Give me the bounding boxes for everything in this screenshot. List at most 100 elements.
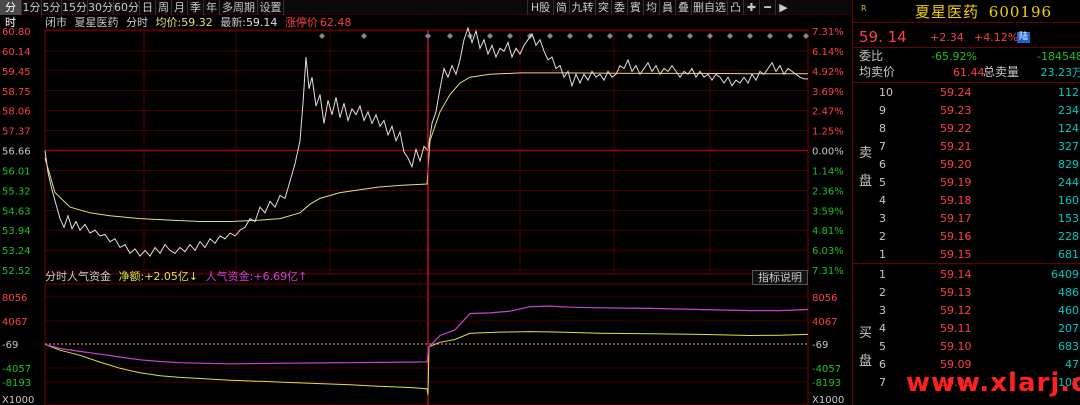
period-tab-9[interactable]: 季 [188, 0, 204, 15]
period-tab-2[interactable]: 5分 [42, 0, 62, 15]
tool-button-8[interactable]: 叠 [675, 0, 691, 15]
order-volume: 160 [1058, 194, 1079, 207]
price-line [44, 26, 808, 257]
price-axis-label: 55.32 [2, 186, 31, 197]
avg-sell-value: 61.44 [953, 66, 985, 79]
order-row: 9 59.23 234 [853, 102, 1080, 120]
period-tab-12[interactable]: 设置 [258, 0, 284, 15]
order-price: 59.22 [940, 122, 972, 135]
event-marker-icon [667, 33, 673, 39]
order-volume: 244 [1058, 176, 1079, 189]
price-axis-label: 56.01 [2, 166, 31, 177]
period-tab-3[interactable]: 15分 [62, 0, 88, 15]
weibi-row: 委比 -65.92% -184548 [859, 49, 1080, 64]
tool-button-5[interactable]: 賓 [627, 0, 643, 15]
order-price: 59.19 [940, 176, 972, 189]
event-marker-icon [767, 33, 773, 39]
tool-button-9[interactable]: 删自选 [691, 0, 727, 15]
tool-button-0[interactable]: H股 [527, 0, 553, 15]
order-price: 59.12 [940, 304, 972, 317]
latest-price-label: 最新: [220, 16, 246, 29]
latest-price-value: 59.14 [245, 16, 278, 29]
order-level: 4 [879, 194, 886, 207]
period-tab-10[interactable]: 年 [204, 0, 220, 15]
tool-button-3[interactable]: 突 [595, 0, 611, 15]
order-row: 5 59.19 244 [853, 174, 1080, 192]
net-value: +2.05亿↓ [144, 270, 199, 283]
market-status: 闭市 [45, 16, 67, 29]
indicator-help-button[interactable]: 指标说明 [752, 270, 808, 285]
sub-axis-right-label: 4067 [812, 317, 837, 328]
order-volume: 112 [1058, 86, 1079, 99]
sub-axis-right-label: X1000 [812, 395, 844, 405]
order-level: 1 [879, 248, 886, 261]
percent-axis-label: 6.14% [812, 47, 844, 58]
quote-connect-tag: 陆 [1017, 32, 1031, 43]
period-tab-0[interactable]: 分时 [0, 0, 22, 29]
order-volume: 681 [1058, 248, 1079, 261]
order-price: 59.23 [940, 104, 972, 117]
order-row: 6 59.20 829 [853, 156, 1080, 174]
percent-axis-label: 4.92% [812, 67, 844, 78]
quote-title: 夏星医药 600196 [915, 1, 1052, 22]
order-row: 3 59.17 153 [853, 210, 1080, 228]
tool-button-2[interactable]: 九转 [569, 0, 595, 15]
period-tab-6[interactable]: 日 [140, 0, 156, 15]
tool-button-10[interactable]: 凸 [727, 0, 743, 15]
price-axis-label: 60.14 [2, 47, 31, 58]
quote-percent: +4.12% [974, 31, 1019, 44]
tool-button-6[interactable]: 均 [643, 0, 659, 15]
order-row: 8 59.22 124 [853, 120, 1080, 138]
period-tab-5[interactable]: 60分 [114, 0, 140, 15]
quote-price-row: 59. 14 +2.34 +4.12% 陆 [859, 28, 1079, 46]
period-tab-1[interactable]: 1分 [22, 0, 42, 15]
limit-price-label: 涨停价 [284, 16, 318, 29]
order-level: 1 [879, 268, 886, 281]
percent-axis-label: 0.00% [812, 147, 844, 158]
order-volume: 460 [1058, 304, 1079, 317]
order-level: 7 [879, 140, 886, 153]
divider [853, 22, 1080, 23]
event-marker-icon [319, 33, 325, 39]
sub-axis-right-label: -8193 [812, 378, 841, 389]
watermark: www.xlarj.com [906, 368, 1080, 398]
order-volume: 6409 [1051, 268, 1079, 281]
sub-chart-title: 分时人气资金 [45, 270, 111, 283]
event-marker-icon [487, 33, 493, 39]
order-price: 59.14 [940, 268, 972, 281]
period-tab-8[interactable]: 月 [172, 0, 188, 15]
sub-axis-right-label: -4057 [812, 364, 841, 375]
weicha-value: -184548 [1037, 50, 1080, 63]
tool-button-12[interactable]: ━ [759, 0, 775, 15]
chart-info-row: 闭市 夏星医药 分时 均价:59.32 最新:59.14 涨停价 62.48 [45, 16, 355, 30]
avg-sell-row: 均卖价 61.44 总卖量 23.23万 [859, 65, 1080, 80]
event-marker-icon [447, 33, 453, 39]
order-level: 6 [879, 358, 886, 371]
order-price: 59.16 [940, 230, 972, 243]
event-marker-icon [687, 33, 693, 39]
tool-button-13[interactable]: ▶ [775, 0, 791, 15]
tool-button-4[interactable]: 委 [611, 0, 627, 15]
sub-axis-right-label: 8056 [812, 293, 837, 304]
order-price: 59.10 [940, 340, 972, 353]
order-volume: 327 [1058, 140, 1079, 153]
period-tab-7[interactable]: 周 [156, 0, 172, 15]
period-tab-11[interactable]: 多周期 [220, 0, 258, 15]
quote-stock-name: 夏星医药 [915, 3, 980, 21]
order-price: 59.13 [940, 286, 972, 299]
order-volume: 829 [1058, 158, 1079, 171]
avg-price-value: 59.32 [181, 16, 213, 29]
price-axis-label: 54.63 [2, 206, 31, 217]
period-tab-4[interactable]: 30分 [88, 0, 114, 15]
tool-button-1[interactable]: 简 [553, 0, 569, 15]
event-marker-icon [607, 33, 613, 39]
quote-panel: R 夏星医药 600196 59. 14 +2.34 +4.12% 陆 委比 -… [852, 0, 1080, 405]
order-price: 59.21 [940, 140, 972, 153]
price-axis-label: 57.37 [2, 127, 31, 138]
intraday-chart[interactable]: 60.80 60.14 59.45 58.75 58.06 57.37 56.66 56.01… [0, 16, 852, 405]
event-marker-icon [647, 33, 653, 39]
quote-r-icon: R [861, 4, 867, 13]
tool-button-7[interactable]: 員 [659, 0, 675, 15]
order-row: 3 59.12 460 [853, 302, 1080, 320]
tool-button-11[interactable]: ✚ [743, 0, 759, 15]
